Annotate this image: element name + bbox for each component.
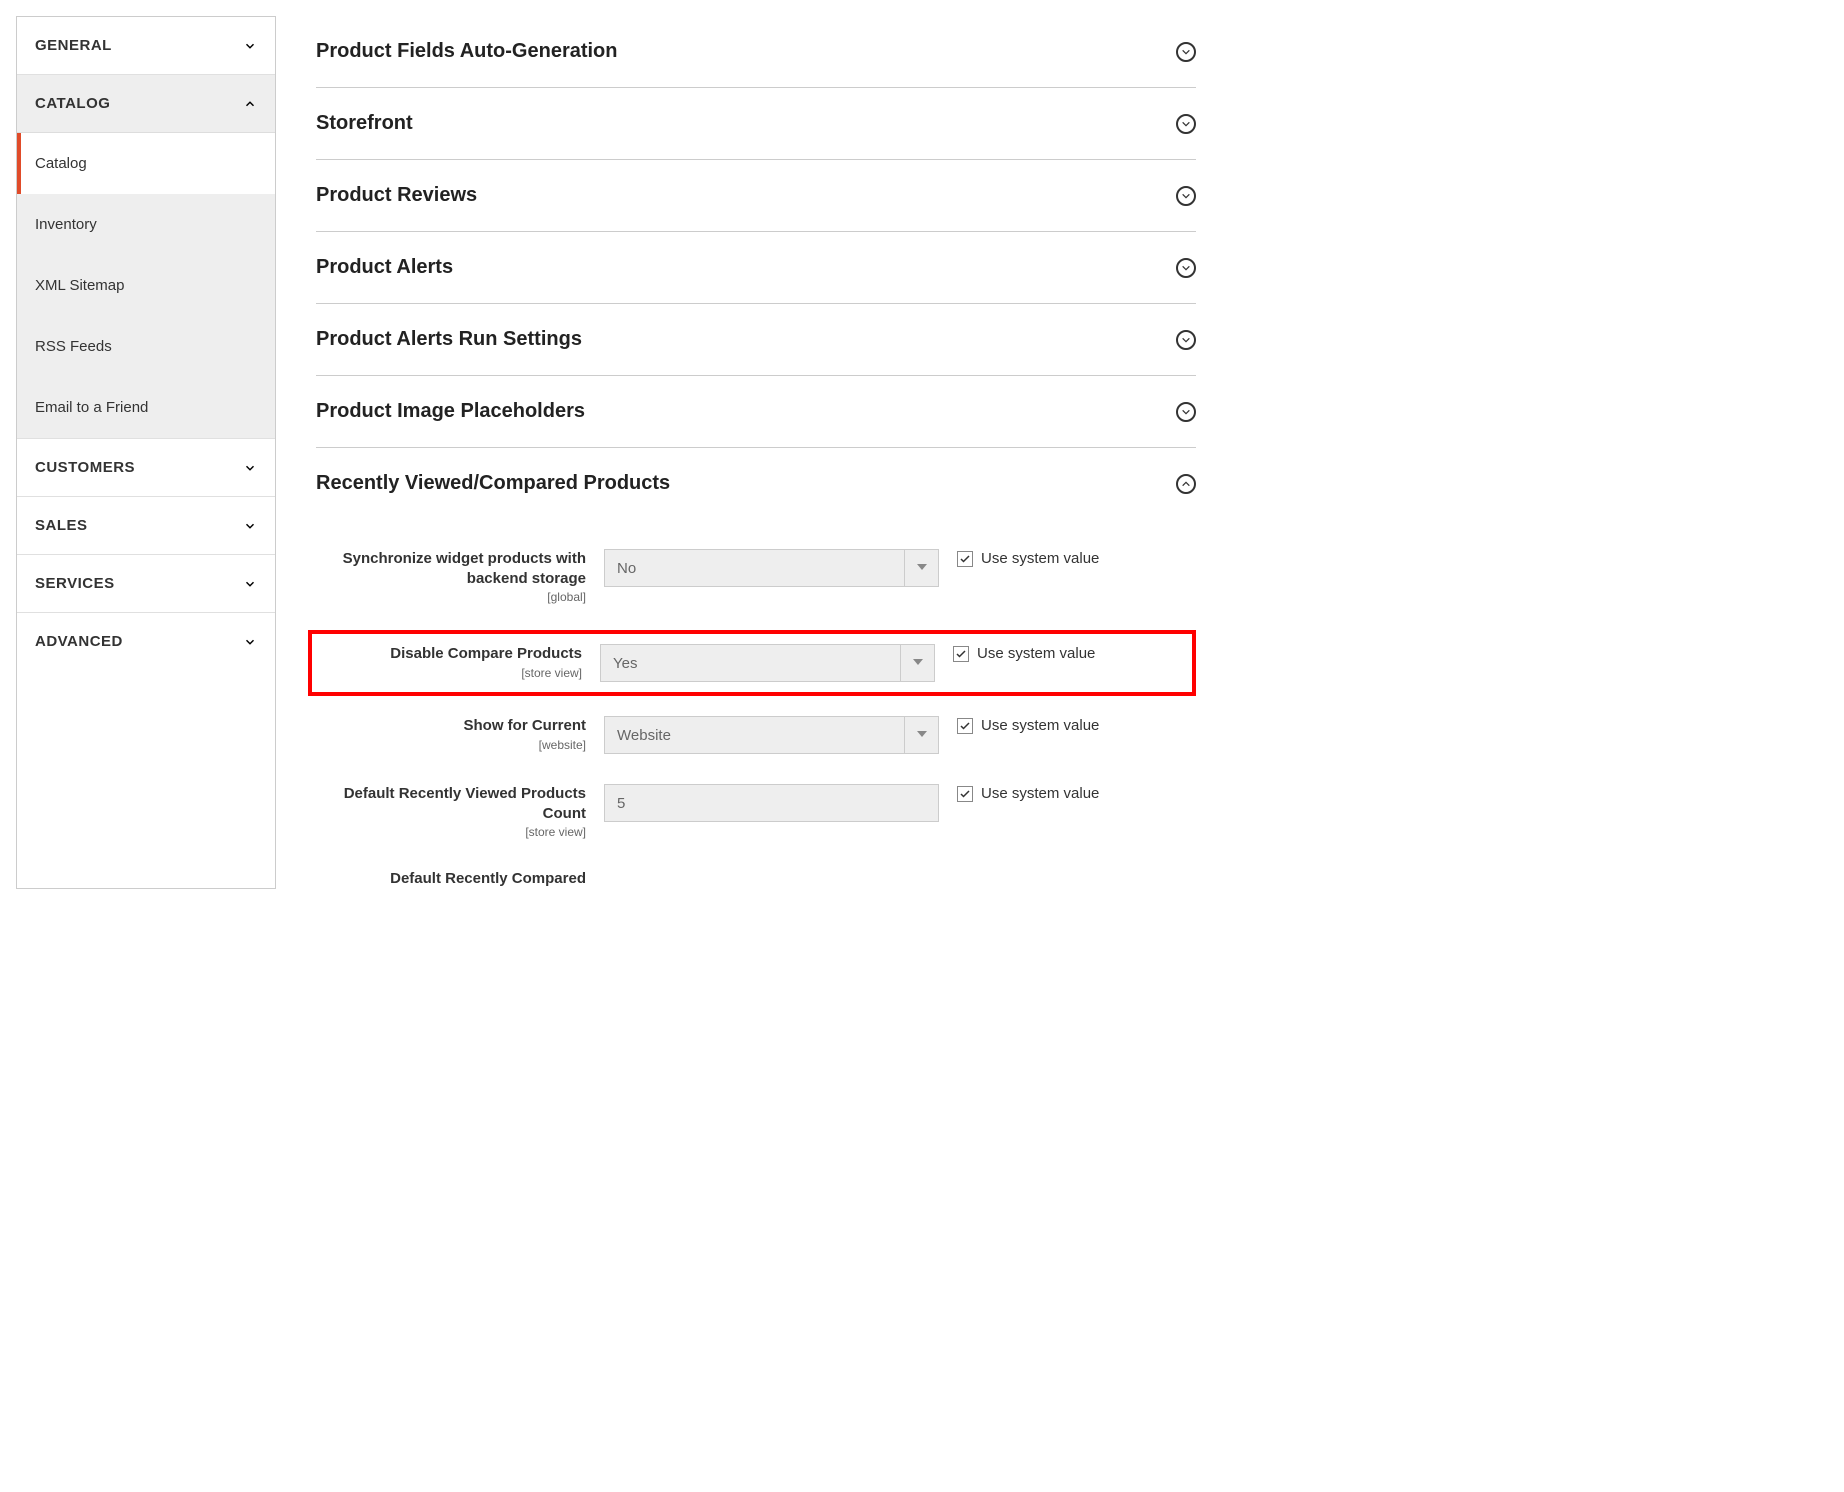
accordion-title: Product Fields Auto-Generation xyxy=(316,40,618,63)
chevron-up-circle-icon xyxy=(1176,474,1196,494)
accordion-product-alerts[interactable]: Product Alerts xyxy=(316,232,1196,304)
checkbox-label: Use system value xyxy=(977,644,1095,664)
field-label: Default Recently Viewed Products Count xyxy=(316,784,586,823)
main-content: Product Fields Auto-Generation Storefron… xyxy=(316,16,1196,889)
use-system-checkbox[interactable] xyxy=(957,551,973,567)
sidebar-section-label: CATALOG xyxy=(35,95,110,112)
chevron-down-circle-icon xyxy=(1176,330,1196,350)
field-recently-compared: Default Recently Compared xyxy=(316,869,1196,889)
accordion-title: Recently Viewed/Compared Products xyxy=(316,472,670,495)
field-label: Disable Compare Products xyxy=(312,644,582,664)
field-label: Show for Current xyxy=(316,716,586,736)
select-value: Yes xyxy=(601,655,900,672)
sidebar: GENERAL CATALOG Catalog Inventory XML Si… xyxy=(16,16,276,889)
chevron-down-circle-icon xyxy=(1176,42,1196,62)
accordion-title: Product Image Placeholders xyxy=(316,400,585,423)
field-scope: [website] xyxy=(316,738,586,752)
chevron-down-circle-icon xyxy=(1176,114,1196,134)
sidebar-item-catalog[interactable]: Catalog xyxy=(17,133,275,194)
field-label: Default Recently Compared xyxy=(316,869,586,889)
accordion-product-fields[interactable]: Product Fields Auto-Generation xyxy=(316,16,1196,88)
sidebar-section-services[interactable]: SERVICES xyxy=(17,555,275,612)
sidebar-item-xml-sitemap[interactable]: XML Sitemap xyxy=(17,255,275,316)
accordion-title: Storefront xyxy=(316,112,413,135)
dropdown-arrow-icon xyxy=(904,550,938,586)
sidebar-item-label: Inventory xyxy=(35,216,97,233)
field-disable-compare: Disable Compare Products [store view] Ye… xyxy=(308,630,1196,696)
field-sync-widget: Synchronize widget products with backend… xyxy=(316,549,1196,604)
select-value: No xyxy=(605,560,904,577)
use-system-checkbox[interactable] xyxy=(953,646,969,662)
sidebar-section-label: ADVANCED xyxy=(35,633,123,650)
checkbox-label: Use system value xyxy=(981,716,1099,736)
chevron-down-icon xyxy=(243,577,257,591)
sidebar-section-label: CUSTOMERS xyxy=(35,459,135,476)
sidebar-section-label: GENERAL xyxy=(35,37,112,54)
accordion-recently-viewed[interactable]: Recently Viewed/Compared Products xyxy=(316,448,1196,519)
sync-select[interactable]: No xyxy=(604,549,939,587)
sidebar-section-advanced[interactable]: ADVANCED xyxy=(17,613,275,670)
accordion-product-reviews[interactable]: Product Reviews xyxy=(316,160,1196,232)
show-current-select[interactable]: Website xyxy=(604,716,939,754)
chevron-down-icon xyxy=(243,519,257,533)
sidebar-item-rss-feeds[interactable]: RSS Feeds xyxy=(17,316,275,377)
sidebar-section-general[interactable]: GENERAL xyxy=(17,17,275,74)
accordion-title: Product Reviews xyxy=(316,184,477,207)
sidebar-item-email-friend[interactable]: Email to a Friend xyxy=(17,377,275,438)
chevron-down-icon xyxy=(243,461,257,475)
sidebar-item-label: RSS Feeds xyxy=(35,338,112,355)
sidebar-items: Catalog Inventory XML Sitemap RSS Feeds … xyxy=(17,133,275,438)
field-scope: [store view] xyxy=(312,666,582,680)
checkbox-label: Use system value xyxy=(981,784,1099,804)
field-scope: [global] xyxy=(316,590,586,604)
dropdown-arrow-icon xyxy=(900,645,934,681)
accordion-content: Synchronize widget products with backend… xyxy=(316,519,1196,889)
chevron-down-icon xyxy=(243,39,257,53)
chevron-down-circle-icon xyxy=(1176,402,1196,422)
recently-viewed-count-input[interactable] xyxy=(604,784,939,822)
dropdown-arrow-icon xyxy=(904,717,938,753)
field-show-current: Show for Current [website] Website Use s… xyxy=(316,716,1196,754)
use-system-checkbox[interactable] xyxy=(957,786,973,802)
sidebar-section-sales[interactable]: SALES xyxy=(17,497,275,554)
sidebar-item-label: Catalog xyxy=(35,155,87,172)
sidebar-section-label: SERVICES xyxy=(35,575,115,592)
chevron-down-circle-icon xyxy=(1176,258,1196,278)
field-scope: [store view] xyxy=(316,825,586,839)
checkbox-label: Use system value xyxy=(981,549,1099,569)
chevron-down-circle-icon xyxy=(1176,186,1196,206)
sidebar-item-inventory[interactable]: Inventory xyxy=(17,194,275,255)
sidebar-section-catalog[interactable]: CATALOG xyxy=(17,75,275,133)
sidebar-section-label: SALES xyxy=(35,517,88,534)
select-value: Website xyxy=(605,727,904,744)
field-label: Synchronize widget products with backend… xyxy=(316,549,586,588)
accordion-image-placeholders[interactable]: Product Image Placeholders xyxy=(316,376,1196,448)
use-system-checkbox[interactable] xyxy=(957,718,973,734)
sidebar-item-label: XML Sitemap xyxy=(35,277,124,294)
chevron-up-icon xyxy=(243,97,257,111)
sidebar-item-label: Email to a Friend xyxy=(35,399,148,416)
accordion-title: Product Alerts Run Settings xyxy=(316,328,582,351)
field-recently-viewed-count: Default Recently Viewed Products Count [… xyxy=(316,784,1196,839)
chevron-down-icon xyxy=(243,635,257,649)
accordion-product-alerts-run[interactable]: Product Alerts Run Settings xyxy=(316,304,1196,376)
accordion-title: Product Alerts xyxy=(316,256,453,279)
disable-compare-select[interactable]: Yes xyxy=(600,644,935,682)
accordion-storefront[interactable]: Storefront xyxy=(316,88,1196,160)
sidebar-section-customers[interactable]: CUSTOMERS xyxy=(17,439,275,496)
